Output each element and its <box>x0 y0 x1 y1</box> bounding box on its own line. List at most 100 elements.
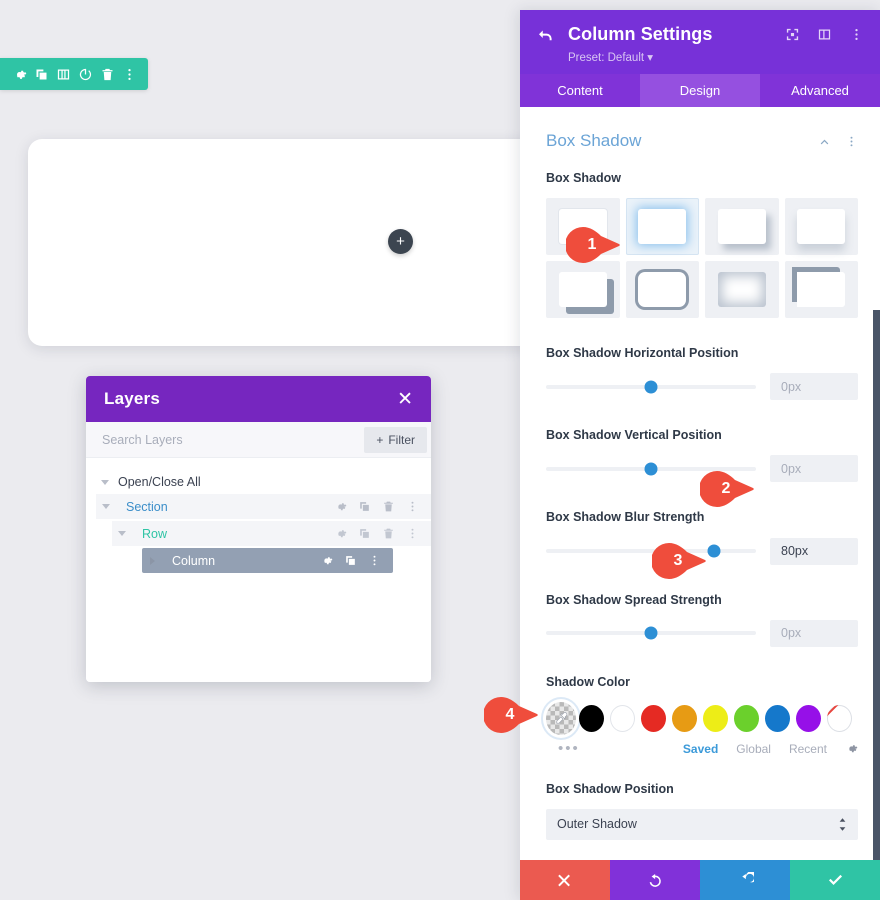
layer-row-row[interactable]: Row <box>112 521 431 546</box>
horizontal-position-control: 0px <box>546 373 858 401</box>
layers-panel: Layers ✕ + Filter Open/Close All Section <box>86 376 431 682</box>
more-vertical-icon[interactable] <box>849 27 864 42</box>
filter-button-label: Filter <box>388 432 415 447</box>
color-swatch-green[interactable] <box>734 704 760 732</box>
blur-strength-slider[interactable] <box>546 544 756 558</box>
horizontal-position-slider[interactable] <box>546 380 756 394</box>
trash-icon[interactable] <box>100 67 115 82</box>
color-swatch-no-color[interactable] <box>827 704 853 732</box>
palette-tab-saved[interactable]: Saved <box>683 742 718 756</box>
search-layers-input[interactable] <box>102 432 365 447</box>
slider-handle[interactable] <box>644 462 658 476</box>
gear-icon[interactable] <box>320 554 333 567</box>
shadow-preset-no-shadow[interactable] <box>546 198 620 256</box>
gear-icon[interactable] <box>845 742 858 755</box>
color-swatch-yellow[interactable] <box>703 704 729 732</box>
palette-tab-global[interactable]: Global <box>736 742 771 756</box>
page-title: Column Settings <box>568 24 713 44</box>
palette-tabs: Saved Global Recent <box>546 742 858 756</box>
duplicate-icon[interactable] <box>34 67 49 82</box>
settings-scrollbar[interactable] <box>873 310 880 860</box>
shadow-preset-soft-shadow[interactable] <box>784 198 858 256</box>
color-swatch-blue[interactable] <box>765 704 791 732</box>
eyedropper-icon <box>556 711 567 724</box>
shadow-preset-corner-shadow[interactable] <box>784 261 858 319</box>
spread-strength-value[interactable]: 0px <box>770 619 858 647</box>
add-module-button[interactable]: + <box>388 229 413 254</box>
cancel-button[interactable] <box>520 860 610 900</box>
slider-handle[interactable] <box>644 626 658 640</box>
section-card <box>28 139 568 346</box>
vertical-position-label: Box Shadow Vertical Position <box>546 428 722 443</box>
more-vertical-icon[interactable] <box>406 500 419 513</box>
chevron-down-icon[interactable] <box>102 504 110 509</box>
open-close-all-row[interactable]: Open/Close All <box>86 470 431 494</box>
open-close-all-label: Open/Close All <box>118 475 201 489</box>
color-swatch-red[interactable] <box>641 704 667 732</box>
power-icon[interactable] <box>78 67 93 82</box>
chevron-up-icon[interactable] <box>818 135 831 148</box>
layer-label-section: Section <box>126 499 168 514</box>
shadow-preset-glow-shadow[interactable] <box>625 198 699 256</box>
back-arrow-icon[interactable] <box>536 26 554 44</box>
shadow-preset-drop-shadow[interactable] <box>705 198 779 256</box>
chevron-down-icon[interactable] <box>118 531 126 536</box>
layout-icon[interactable] <box>817 27 832 42</box>
column-settings-modal: Column Settings Preset: Default ▾ Conten… <box>520 10 880 900</box>
slider-handle[interactable] <box>644 380 658 394</box>
layer-row-column[interactable]: Column <box>142 548 393 573</box>
shadow-preset-offset-shadow[interactable] <box>546 261 620 319</box>
trash-icon[interactable] <box>382 500 395 513</box>
duplicate-icon[interactable] <box>358 527 371 540</box>
box-shadow-position-value: Outer Shadow <box>557 817 637 832</box>
layers-panel-title: Layers <box>104 389 161 408</box>
vertical-position-slider[interactable] <box>546 462 756 476</box>
module-toolbar[interactable] <box>0 58 148 90</box>
slider-handle[interactable] <box>707 544 721 558</box>
tab-design[interactable]: Design <box>640 74 760 107</box>
trash-icon[interactable] <box>382 527 395 540</box>
box-shadow-section-header[interactable]: Box Shadow <box>546 107 858 169</box>
color-swatch-orange[interactable] <box>672 704 698 732</box>
columns-icon[interactable] <box>56 67 71 82</box>
close-icon <box>557 874 570 886</box>
color-swatch-black[interactable] <box>579 704 605 732</box>
color-swatch-white[interactable] <box>610 704 636 732</box>
tab-advanced[interactable]: Advanced <box>760 74 880 107</box>
gear-icon[interactable] <box>12 67 27 82</box>
color-swatch-purple[interactable] <box>796 704 822 732</box>
settings-footer <box>520 860 880 900</box>
horizontal-position-value[interactable]: 0px <box>770 373 858 401</box>
chevron-right-icon[interactable] <box>149 556 155 565</box>
shadow-preset-outline-shadow[interactable] <box>625 261 699 319</box>
preset-selector[interactable]: Preset: Default ▾ <box>568 50 864 64</box>
shadow-preset-inner-shadow[interactable] <box>705 261 779 319</box>
spread-strength-slider[interactable] <box>546 626 756 640</box>
layer-label-column: Column <box>172 553 216 568</box>
palette-tab-recent[interactable]: Recent <box>789 742 827 756</box>
color-swatch-transparent-eyedropper[interactable] <box>546 701 577 735</box>
more-vertical-icon[interactable] <box>368 554 381 567</box>
redo-button[interactable] <box>700 860 790 900</box>
box-shadow-position-select[interactable]: Outer Shadow <box>546 808 858 840</box>
save-button[interactable] <box>790 860 880 900</box>
duplicate-icon[interactable] <box>344 554 357 567</box>
more-vertical-icon[interactable] <box>406 527 419 540</box>
filter-button[interactable]: + Filter <box>364 426 427 453</box>
tab-content[interactable]: Content <box>520 74 640 107</box>
chevron-down-icon[interactable] <box>101 479 109 485</box>
more-vertical-icon[interactable] <box>122 67 137 82</box>
gear-icon[interactable] <box>334 527 347 540</box>
blur-strength-value[interactable]: 80px <box>770 537 858 565</box>
gear-icon[interactable] <box>334 500 347 513</box>
vertical-position-value[interactable]: 0px <box>770 455 858 483</box>
blur-strength-control: 80px <box>546 537 858 565</box>
expand-icon[interactable] <box>785 27 800 42</box>
box-shadow-position-label: Box Shadow Position <box>546 781 674 796</box>
layer-row-section[interactable]: Section <box>96 494 431 519</box>
close-icon[interactable]: ✕ <box>397 390 413 409</box>
undo-button[interactable] <box>610 860 700 900</box>
horizontal-position-label: Box Shadow Horizontal Position <box>546 346 739 361</box>
duplicate-icon[interactable] <box>358 500 371 513</box>
more-vertical-icon[interactable] <box>845 135 858 148</box>
